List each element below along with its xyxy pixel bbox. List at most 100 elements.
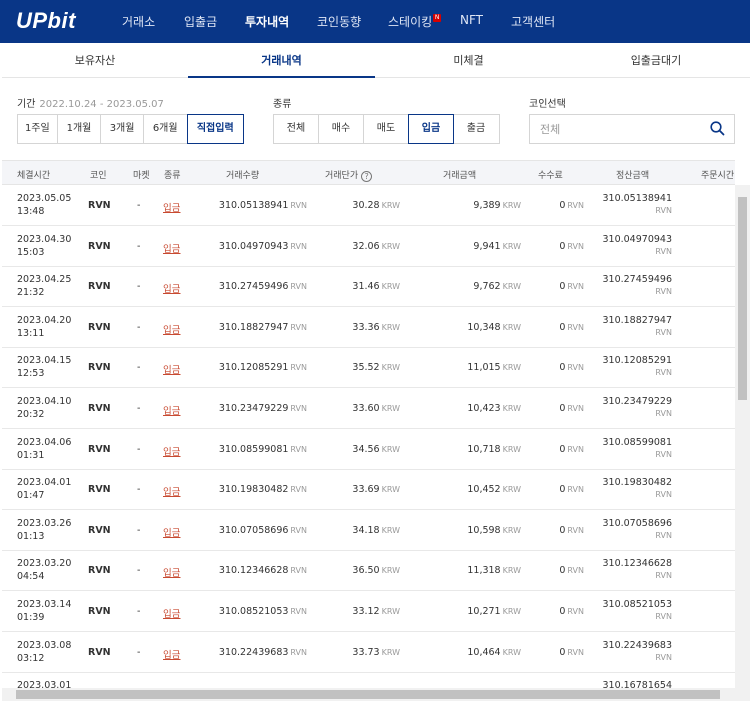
kind-link[interactable]: 입금	[163, 403, 180, 417]
period-1month-button[interactable]: 1개월	[58, 115, 102, 143]
amount: 9,941 KRW	[473, 241, 521, 252]
unit-price-unit: KRW	[381, 444, 400, 454]
kind-link[interactable]: 입금	[163, 565, 180, 579]
settlement-unit: RVN	[655, 368, 672, 378]
quantity-unit: RVN	[290, 525, 307, 535]
nav-exchange[interactable]: 거래소	[122, 13, 155, 30]
quantity-value: 310.07058696	[218, 524, 289, 536]
period-1week-button[interactable]: 1주일	[18, 115, 58, 143]
coin-symbol: RVN	[88, 606, 111, 617]
unit-price: 33.69 KRW	[352, 484, 400, 495]
kind-all-button[interactable]: 전체	[274, 115, 319, 143]
new-badge: N	[433, 14, 442, 22]
quantity-value: 310.19830482	[218, 484, 289, 496]
unit-price-unit: KRW	[381, 566, 400, 576]
fee-unit: RVN	[567, 404, 584, 413]
period-6month-button[interactable]: 6개월	[144, 115, 188, 143]
horizontal-scrollbar[interactable]	[2, 688, 750, 701]
help-icon[interactable]: ?	[361, 171, 373, 182]
amount-value: 9,389	[473, 200, 501, 211]
kind-link[interactable]: 입금	[163, 647, 180, 661]
tab-trade-history[interactable]: 거래내역	[188, 43, 375, 78]
nav-customer-center[interactable]: 고객센터	[511, 13, 555, 30]
settlement-unit: RVN	[655, 652, 672, 662]
tab-unfilled[interactable]: 미체결	[375, 43, 562, 78]
kind-link[interactable]: 입금	[163, 200, 180, 214]
unit-price-unit: KRW	[381, 485, 400, 495]
kind-link[interactable]: 입금	[163, 322, 180, 336]
quantity: 310.12085291 RVN	[219, 362, 307, 373]
fee-value: 0	[559, 200, 566, 211]
unit-price: 33.36 KRW	[352, 322, 400, 333]
quantity: 310.12346628 RVN	[219, 565, 307, 576]
kind-link[interactable]: 입금	[163, 606, 180, 620]
amount-value: 10,348	[467, 321, 501, 333]
kind-deposit-button[interactable]: 입금	[408, 114, 454, 144]
trade-history-table: 체결시간 코인 마켓 종류 거래수량 거래단가? 거래금액 수수료 정산금액 주…	[2, 160, 735, 688]
header-market: 마켓	[133, 171, 150, 181]
fee-value: 0	[559, 443, 566, 455]
fee-unit: RVN	[567, 201, 584, 210]
quantity: 310.04970943 RVN	[219, 241, 307, 252]
kind-link[interactable]: 입금	[163, 525, 180, 539]
vertical-scroll-thumb[interactable]	[738, 197, 747, 400]
nav-nft[interactable]: NFT	[460, 13, 483, 27]
quantity-unit: RVN	[290, 201, 307, 210]
period-custom-button[interactable]: 직접입력	[186, 114, 244, 144]
market-value: -	[137, 484, 141, 496]
fee-value: 0	[559, 606, 566, 617]
fee: 0 RVN	[559, 525, 584, 536]
nav-investments[interactable]: 투자내역	[245, 13, 289, 30]
nav-staking[interactable]: 스테이킹 N	[388, 13, 442, 30]
exec-date: 2023.03.26	[17, 517, 72, 529]
kind-sell-button[interactable]: 매도	[364, 115, 409, 143]
amount-value: 11,318	[467, 565, 501, 577]
amount-value: 11,015	[467, 362, 501, 374]
filter-panel: 기간 2022.10.24 - 2023.05.07 1주일 1개월 3개월 6개…	[2, 78, 750, 160]
exec-time: 01:31	[17, 449, 45, 461]
kind-link[interactable]: 입금	[163, 444, 180, 458]
fee-value: 0	[559, 646, 566, 658]
header-fee: 수수료	[538, 171, 563, 181]
tab-pending-transfers[interactable]: 입출금대기	[562, 43, 750, 78]
search-icon[interactable]	[710, 121, 725, 139]
kind-link[interactable]: 입금	[163, 362, 180, 376]
amount: 11,318 KRW	[467, 565, 521, 576]
nav-deposit-withdraw[interactable]: 입출금	[184, 13, 217, 30]
unit-price-unit: KRW	[381, 404, 400, 413]
amount-unit: KRW	[502, 404, 521, 413]
period-3month-button[interactable]: 3개월	[101, 115, 144, 143]
table-row: 2023.04.30 15:03 RVN - 입금 310.04970943 RVN 32.0…	[2, 226, 735, 267]
market-value: -	[137, 443, 141, 455]
kind-buy-button[interactable]: 매수	[319, 115, 364, 143]
vertical-scrollbar[interactable]	[735, 185, 750, 688]
amount-unit: KRW	[502, 201, 521, 210]
header-quantity: 거래수량	[226, 171, 260, 181]
exec-date: 2023.03.14	[17, 599, 72, 610]
header-exec-time: 체결시간	[17, 171, 51, 181]
fee-unit: RVN	[567, 282, 584, 292]
quantity: 310.27459496 RVN	[219, 281, 307, 292]
nav-coin-trends[interactable]: 코인동향	[317, 13, 361, 30]
quantity-value: 310.22439683	[218, 646, 289, 658]
amount: 9,389 KRW	[473, 200, 521, 211]
coin-symbol: RVN	[88, 484, 111, 496]
tab-holdings[interactable]: 보유자산	[2, 43, 188, 78]
fee-unit: RVN	[567, 444, 584, 454]
amount-value: 10,464	[467, 646, 501, 658]
kind-link[interactable]: 입금	[163, 241, 180, 255]
fee-unit: RVN	[567, 647, 584, 657]
kind-link[interactable]: 입금	[163, 281, 180, 295]
coin-search-input[interactable]	[530, 115, 690, 143]
settlement-value: 310.07058696	[602, 517, 672, 529]
upbit-logo[interactable]: UPbit	[16, 8, 76, 34]
unit-price-value: 36.50	[352, 565, 380, 577]
horizontal-scroll-thumb[interactable]	[16, 690, 720, 699]
kind-selector: 전체 매수 매도 입금 출금	[273, 114, 500, 144]
exec-date: 2023.04.30	[17, 233, 72, 245]
kind-withdraw-button[interactable]: 출금	[453, 115, 499, 143]
kind-link[interactable]: 입금	[163, 484, 180, 498]
quantity-unit: RVN	[290, 404, 307, 413]
exec-date: 2023.04.01	[17, 477, 72, 489]
period-label: 기간 2022.10.24 - 2023.05.07	[17, 95, 164, 110]
